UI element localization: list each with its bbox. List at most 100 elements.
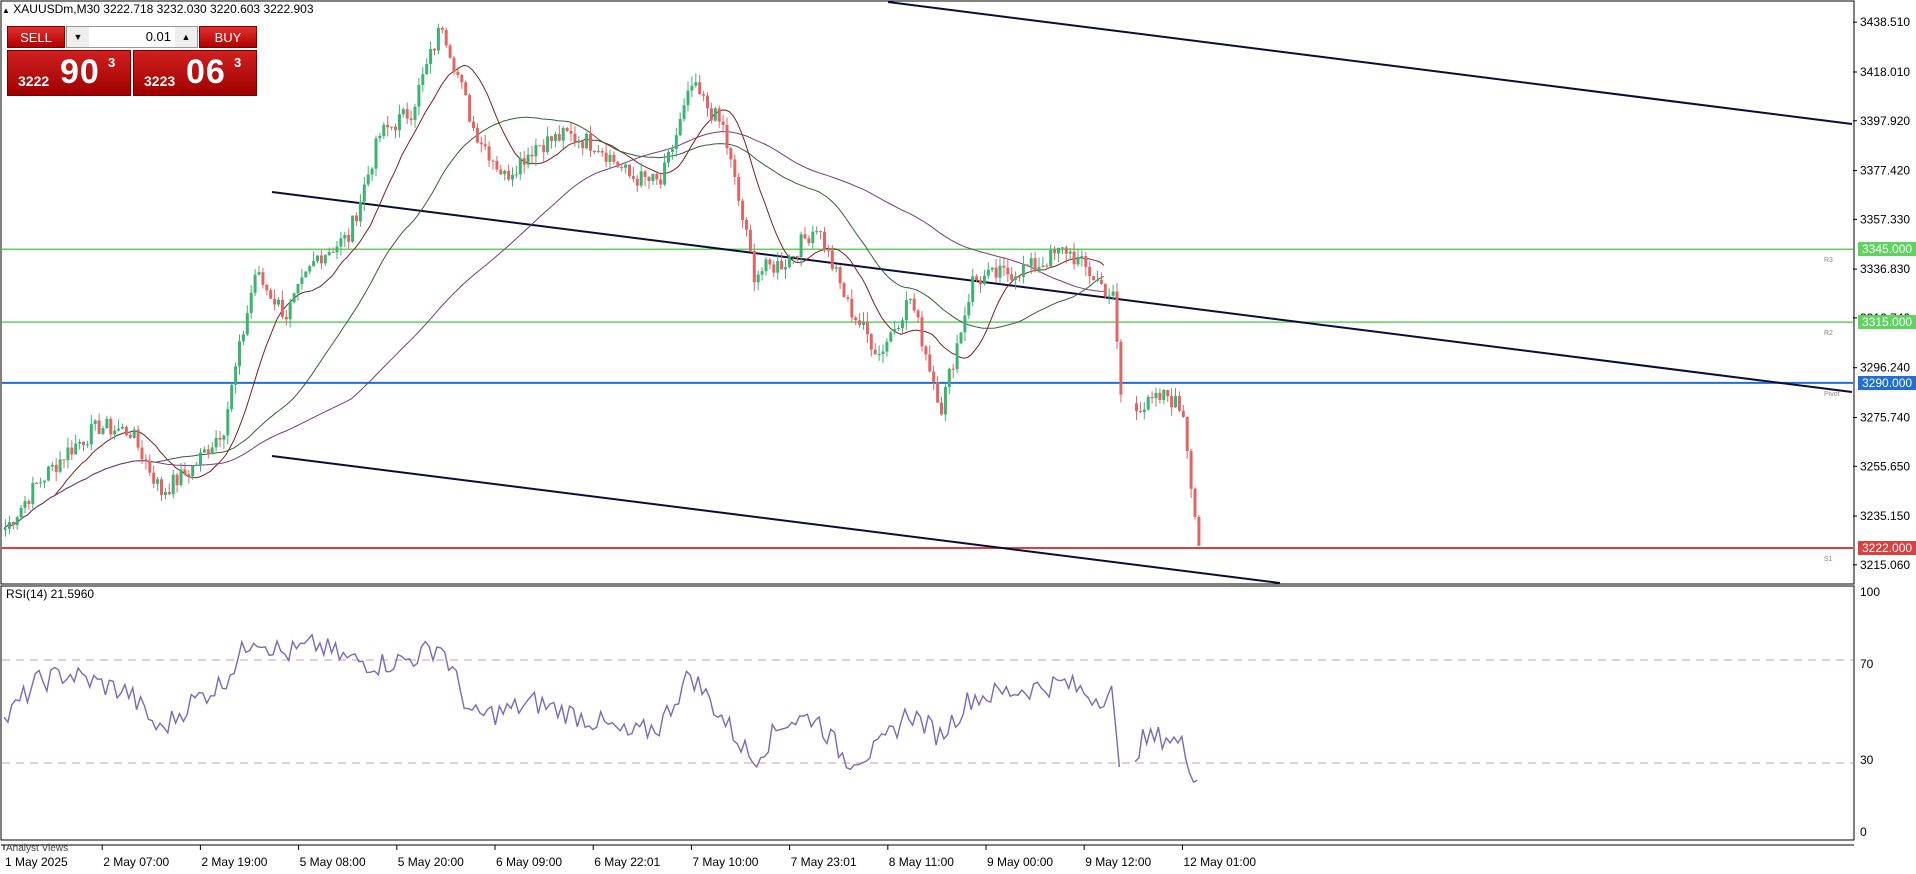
analyst-views-tab[interactable]: Analyst Views: [6, 843, 68, 854]
candle-body: [850, 298, 854, 318]
candle-body: [1002, 265, 1006, 268]
lower-channel-trendline[interactable]: [271, 455, 1281, 584]
chart-canvas[interactable]: 3438.510 3418.010 3397.920 3377.420 3357.330…: [0, 0, 1916, 874]
sell-quote[interactable]: 3222 90 3: [7, 50, 131, 96]
candle-body: [277, 299, 280, 305]
candle-body: [986, 269, 990, 276]
candle-body: [916, 310, 920, 318]
candle-body: [460, 74, 464, 83]
time-axis-label: 6 May 22:01: [594, 855, 660, 869]
rsi-title: RSI(14) 21.5960: [6, 587, 95, 601]
time-axis: 1 May 2025 2 May 07:00 2 May 19:00 5 May 08…: [3, 845, 1256, 869]
price-axis-label: 3255.650: [1860, 459, 1910, 473]
candle-body: [472, 121, 475, 128]
candle-body: [179, 469, 183, 486]
candle-body: [238, 341, 241, 367]
candle-body: [1119, 341, 1123, 395]
sell-price-fraction: 3: [108, 55, 116, 70]
candle-body: [241, 334, 245, 342]
candle-body: [35, 482, 39, 484]
sell-button[interactable]: SELL: [7, 26, 65, 48]
candle-body: [807, 238, 811, 244]
candle-body: [982, 275, 986, 285]
candle-body: [1103, 283, 1107, 297]
candle-body: [448, 45, 452, 58]
candle-body: [908, 298, 912, 301]
candle-body: [713, 108, 717, 121]
candle-body: [1014, 276, 1018, 280]
candle-body: [826, 250, 830, 252]
candlestick-series: [4, 23, 1201, 546]
candle-body: [706, 95, 709, 109]
candle-body: [1197, 516, 1201, 546]
candle-body: [1107, 295, 1111, 297]
candle-body: [745, 220, 748, 230]
candle-body: [1060, 247, 1064, 249]
candle-body: [433, 49, 436, 51]
collapse-icon[interactable]: ▲: [2, 6, 10, 15]
candle-body: [121, 426, 124, 429]
time-axis-label: 9 May 00:00: [987, 855, 1053, 869]
candle-body: [191, 465, 195, 477]
level-name-label: Pivot: [1824, 390, 1840, 398]
trendlines[interactable]: [271, 1, 1853, 584]
sell-price-prefix: 3222: [18, 73, 50, 89]
time-axis-label: 6 May 09:00: [496, 855, 562, 869]
lot-size-stepper[interactable]: ▼ 0.01 ▲: [66, 26, 198, 48]
candle-body: [456, 71, 460, 75]
lot-size-input[interactable]: 0.01: [89, 27, 175, 47]
candle-body: [156, 479, 160, 484]
candle-body: [1057, 247, 1060, 254]
chevron-down-icon[interactable]: ▼: [67, 27, 89, 47]
candle-body: [893, 329, 897, 333]
candle-body: [709, 108, 713, 121]
candle-body: [616, 161, 620, 167]
time-axis-label: 8 May 11:00: [889, 855, 954, 869]
candle-body: [50, 464, 54, 467]
candle-body: [331, 252, 335, 254]
candle-body: [526, 154, 530, 165]
middle-channel-trendline[interactable]: [271, 191, 1853, 393]
chevron-up-icon[interactable]: ▲: [175, 27, 197, 47]
buy-button[interactable]: BUY: [199, 26, 257, 48]
candle-body: [355, 215, 358, 222]
candle-body: [971, 276, 975, 302]
candle-body: [347, 234, 351, 242]
candle-body: [932, 371, 936, 382]
candle-body: [1096, 279, 1099, 281]
candle-body: [530, 154, 534, 157]
candle-body: [413, 106, 417, 121]
candle-body: [401, 109, 405, 115]
candle-body: [889, 332, 893, 342]
candle-body: [631, 175, 635, 179]
candle-body: [655, 173, 659, 180]
candle-body: [483, 144, 487, 147]
candle-body: [869, 334, 873, 350]
candle-body: [351, 215, 355, 242]
candle-body: [421, 74, 425, 85]
time-axis-label: 5 May 08:00: [300, 855, 366, 869]
candle-body: [31, 482, 35, 504]
candle-body: [885, 341, 889, 352]
price-axis-label: 3357.330: [1860, 212, 1910, 226]
level-name-label: R3: [1824, 257, 1833, 265]
candle-body: [19, 507, 23, 518]
buy-quote[interactable]: 3223 06 3: [133, 50, 257, 96]
candle-body: [546, 136, 550, 152]
candle-body: [979, 280, 982, 285]
candle-body: [811, 231, 815, 244]
upper-channel-trendline[interactable]: [887, 1, 1853, 125]
candle-body: [1064, 247, 1068, 254]
candle-body: [823, 231, 826, 251]
candle-body: [690, 85, 694, 91]
candle-body: [959, 332, 963, 344]
candle-body: [273, 298, 277, 305]
candle-body: [316, 255, 319, 262]
candle-body: [1177, 395, 1181, 411]
candle-body: [308, 266, 312, 272]
candle-body: [674, 135, 678, 149]
candle-body: [296, 283, 300, 294]
candle-body: [78, 441, 82, 444]
price-axis-label: 3235.150: [1860, 509, 1910, 523]
candle-body: [362, 184, 366, 202]
